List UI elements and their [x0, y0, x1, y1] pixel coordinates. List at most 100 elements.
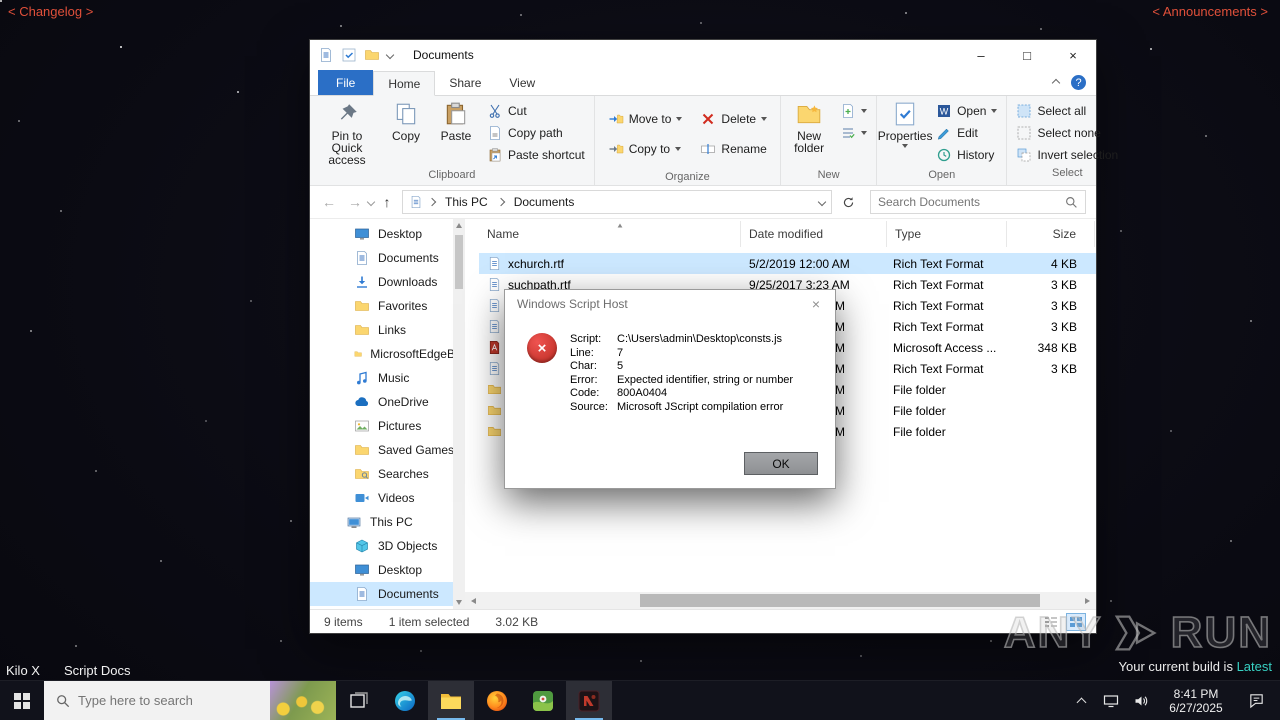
nav-item-searches[interactable]: Searches: [310, 462, 465, 486]
folder-icon: [488, 385, 501, 394]
nav-item-videos[interactable]: Videos: [310, 486, 465, 510]
forward-button[interactable]: →: [342, 194, 368, 210]
nav-item-desktop[interactable]: Desktop: [310, 222, 465, 246]
crumb-chevron[interactable]: [496, 197, 505, 207]
history-button[interactable]: History: [930, 144, 1003, 166]
desktop-shortcut-kilo-x[interactable]: Kilo X: [6, 663, 40, 678]
search-input[interactable]: [878, 195, 1065, 209]
address-dropdown-chevron[interactable]: [817, 197, 827, 207]
nav-item-desktop-pc[interactable]: Desktop: [310, 558, 465, 582]
taskbar-search-input[interactable]: [78, 693, 270, 708]
clipboard-icon: [446, 102, 466, 125]
large-icons-view-button[interactable]: [1041, 613, 1061, 631]
nav-item-links[interactable]: Links: [310, 318, 465, 342]
new-folder-button[interactable]: New folder: [784, 97, 834, 154]
rename-button[interactable]: Rename: [694, 138, 773, 160]
scroll-left-arrow[interactable]: [465, 592, 482, 609]
file-explorer-taskbar-button[interactable]: [428, 681, 474, 720]
title-bar[interactable]: Documents – □ ×: [310, 40, 1096, 70]
nav-item-favorites[interactable]: Favorites: [310, 294, 465, 318]
media-app-taskbar-button[interactable]: [520, 681, 566, 720]
edge-icon: [395, 690, 415, 711]
nav-item-music[interactable]: Music: [310, 366, 465, 390]
delete-button[interactable]: Delete: [694, 108, 773, 130]
qat-new-folder-button[interactable]: [364, 47, 380, 63]
edge-taskbar-button[interactable]: [382, 681, 428, 720]
column-header-name[interactable]: Name: [479, 221, 741, 247]
ribbon-collapse-chevron[interactable]: [1051, 78, 1061, 87]
nav-item-saved-games[interactable]: Saved Games: [310, 438, 465, 462]
breadcrumb-this-pc[interactable]: This PC: [441, 195, 492, 209]
column-header-type[interactable]: Type: [887, 221, 1007, 247]
new-item-button[interactable]: [834, 100, 873, 122]
dialog-close-button[interactable]: ×: [805, 296, 827, 312]
details-view-button[interactable]: [1066, 612, 1086, 631]
nav-item-documents[interactable]: Documents: [310, 246, 465, 270]
desktop-shortcut-script-docs[interactable]: Script Docs: [64, 663, 130, 678]
properties-button[interactable]: Properties: [878, 97, 932, 148]
cut-button[interactable]: Cut: [481, 100, 591, 122]
scroll-up-arrow[interactable]: [453, 219, 465, 232]
paste-shortcut-button[interactable]: Paste shortcut: [481, 144, 591, 166]
nav-item-pictures[interactable]: Pictures: [310, 414, 465, 438]
edit-button[interactable]: Edit: [930, 122, 1003, 144]
close-button[interactable]: ×: [1050, 40, 1096, 70]
move-to-button[interactable]: Move to: [602, 108, 689, 130]
column-header-date-modified[interactable]: Date modified: [741, 221, 887, 247]
minimize-button[interactable]: –: [958, 40, 1004, 70]
column-header-size[interactable]: Size: [1007, 221, 1095, 247]
dialog-title-bar[interactable]: Windows Script Host ×: [505, 290, 835, 318]
select-all-button[interactable]: Select all: [1010, 100, 1124, 122]
up-button[interactable]: ↑: [374, 194, 400, 210]
announcements-link[interactable]: < Announcements >: [1152, 4, 1268, 19]
nav-item-microsoftedge[interactable]: MicrosoftEdgeB...: [310, 342, 465, 366]
scroll-thumb[interactable]: [640, 594, 1040, 607]
copy-path-button[interactable]: Copy path: [481, 122, 591, 144]
open-button[interactable]: W Open: [930, 100, 1003, 122]
copy-button[interactable]: Copy: [381, 97, 431, 142]
qat-customize-chevron[interactable]: [385, 50, 395, 60]
breadcrumb-documents[interactable]: Documents: [510, 195, 579, 209]
paste-button[interactable]: Paste: [431, 97, 481, 142]
task-view-button[interactable]: [336, 681, 382, 720]
action-center-button[interactable]: [1236, 692, 1276, 709]
tab-home[interactable]: Home: [373, 71, 436, 96]
invert-selection-button[interactable]: Invert selection: [1010, 144, 1124, 166]
dark-red-app-taskbar-button[interactable]: [566, 681, 612, 720]
pin-to-quick-access-button[interactable]: Pin to Quick access: [313, 97, 381, 166]
nav-item-downloads[interactable]: Downloads: [310, 270, 465, 294]
horizontal-scrollbar[interactable]: [465, 592, 1096, 609]
hidden-icons-chevron[interactable]: [1066, 681, 1096, 720]
taskbar-search[interactable]: [44, 681, 336, 720]
changelog-link[interactable]: < Changelog >: [8, 4, 93, 19]
ok-button[interactable]: OK: [744, 452, 818, 475]
qat-properties-button[interactable]: [341, 47, 357, 63]
network-icon[interactable]: [1096, 681, 1126, 720]
nav-item-documents-pc[interactable]: Documents: [310, 582, 465, 606]
tab-share[interactable]: Share: [435, 70, 495, 95]
invert-selection-icon: [1018, 148, 1031, 162]
nav-item-this-pc[interactable]: This PC: [310, 510, 465, 534]
nav-scrollbar[interactable]: [453, 219, 465, 609]
scroll-thumb[interactable]: [455, 235, 463, 289]
firefox-taskbar-button[interactable]: [474, 681, 520, 720]
file-row[interactable]: xchurch.rtf 5/2/2019 12:00 AM Rich Text …: [479, 253, 1096, 274]
volume-icon[interactable]: [1126, 681, 1156, 720]
crumb-chevron[interactable]: [427, 197, 437, 207]
back-button[interactable]: ←: [316, 194, 342, 210]
nav-item-onedrive[interactable]: OneDrive: [310, 390, 465, 414]
easy-access-button[interactable]: [834, 122, 873, 144]
taskbar-clock[interactable]: 8:41 PM 6/27/2025: [1156, 687, 1236, 715]
scroll-right-arrow[interactable]: [1079, 592, 1096, 609]
nav-item-3d-objects[interactable]: 3D Objects: [310, 534, 465, 558]
refresh-button[interactable]: [836, 195, 860, 209]
address-box[interactable]: This PC Documents: [402, 190, 832, 214]
file-menu-button[interactable]: File: [318, 70, 374, 95]
copy-to-button[interactable]: Copy to: [602, 138, 689, 160]
scroll-down-arrow[interactable]: [453, 596, 465, 609]
help-button[interactable]: ?: [1071, 75, 1086, 90]
maximize-button[interactable]: □: [1004, 40, 1050, 70]
tab-view[interactable]: View: [495, 70, 549, 95]
select-none-button[interactable]: Select none: [1010, 122, 1124, 144]
start-button[interactable]: [0, 681, 44, 720]
